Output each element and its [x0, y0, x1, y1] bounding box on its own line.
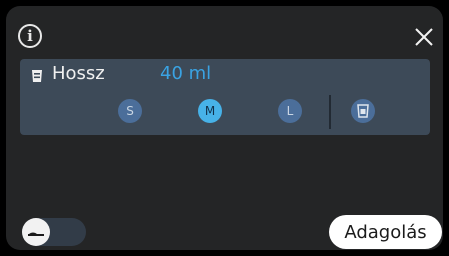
- info-button[interactable]: i: [18, 24, 42, 48]
- size-s-label: S: [126, 104, 134, 118]
- length-value: 40 ml: [160, 63, 212, 84]
- cup-icon: [32, 70, 42, 82]
- custom-size-button[interactable]: [351, 99, 375, 123]
- length-label: Hossz: [52, 63, 105, 84]
- toggle-knob: [22, 218, 50, 246]
- milk-frother-icon: [28, 232, 44, 236]
- screen: i Hossz 40 ml S M L Adagolás: [6, 6, 443, 250]
- custom-cup-icon: [357, 104, 369, 118]
- divider: [329, 95, 331, 129]
- close-icon: [415, 28, 433, 46]
- size-l-button[interactable]: L: [278, 99, 302, 123]
- milk-toggle[interactable]: [22, 218, 86, 246]
- size-s-button[interactable]: S: [118, 99, 142, 123]
- dispense-button[interactable]: Adagolás: [329, 215, 442, 249]
- info-icon: i: [27, 27, 33, 45]
- close-button[interactable]: [413, 26, 435, 48]
- size-m-label: M: [204, 104, 216, 118]
- size-m-button[interactable]: M: [198, 99, 222, 123]
- size-l-label: L: [286, 104, 294, 118]
- length-panel: Hossz 40 ml S M L: [20, 59, 430, 135]
